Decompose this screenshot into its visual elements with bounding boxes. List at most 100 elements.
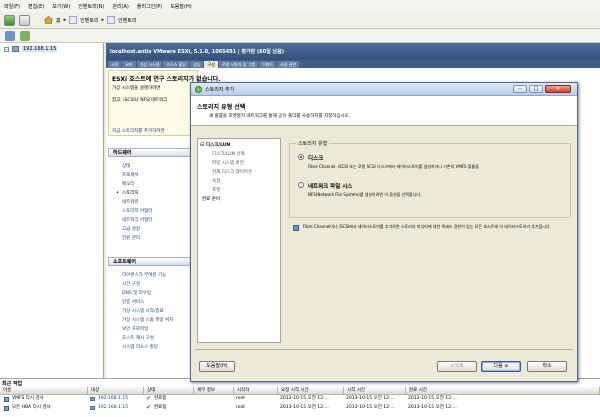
task-start: 2013-10-15 오전 12:...: [346, 405, 395, 410]
recent-tasks-panel: 최근 작업 이름 대상 상태 세부 정보 시작자 요청 시작 시간 시작 시간 …: [0, 378, 600, 417]
dialog-title-bar[interactable]: 스토리지 추가 – □ ✕: [191, 83, 577, 96]
forward-button[interactable]: [19, 15, 30, 26]
hw-storage[interactable]: 스토리지: [122, 190, 139, 196]
back-button[interactable]: ≤뒤로: [437, 361, 477, 372]
dialog-divider: [195, 349, 573, 350]
task-name: VMFS 다시 검사: [12, 396, 44, 401]
sw-swapfile-location[interactable]: 가상 시스템 스왑 파일 위치: [122, 317, 173, 323]
minimize-button[interactable]: –: [513, 85, 527, 93]
menu-view[interactable]: 보기(W): [52, 3, 70, 10]
col-details[interactable]: 세부 정보: [194, 387, 234, 395]
disk-radio[interactable]: [298, 154, 304, 160]
hw-network-adapters[interactable]: 네트워크 어댑터: [122, 217, 152, 223]
next-button[interactable]: 다음 ≥: [481, 361, 521, 372]
menu-edit[interactable]: 편집(E): [28, 3, 44, 10]
toolbar: [0, 29, 600, 43]
breadcrumb: 홈 ▸ 인벤토리 ▸ 인벤토리: [44, 16, 136, 24]
sw-security-profile[interactable]: 보안 프로파일: [122, 326, 148, 332]
sw-dns-routing[interactable]: DNS 및 라우팅: [122, 290, 151, 296]
inventory-icon: [107, 16, 115, 24]
hw-memory[interactable]: 메모리: [122, 181, 134, 187]
sw-authentication[interactable]: 인증 서비스: [122, 299, 144, 305]
step-properties: 속성: [212, 179, 221, 184]
nfs-radio-label[interactable]: 네트워크 파일 시스: [308, 182, 352, 190]
col-status[interactable]: 상태: [144, 387, 194, 395]
tab-bar: 시작 요약 가상 시스템 리소스 할당 성능 구성 로컬 사용자 및 그룹 이벤…: [106, 60, 600, 68]
col-name[interactable]: 이름: [0, 387, 88, 395]
menu-plugins[interactable]: 플러그인(P): [137, 3, 162, 10]
expand-icon[interactable]: −: [4, 46, 9, 52]
sw-host-cache[interactable]: 호스트 캐시 구성: [122, 335, 154, 341]
maximize-button[interactable]: □: [529, 85, 543, 93]
warning-line-1: 가상 시스템을 설명하려면: [112, 86, 161, 91]
breadcrumb-inventory[interactable]: 인벤토리: [80, 17, 98, 24]
task-icon: [4, 406, 9, 411]
info-icon: [293, 225, 299, 231]
hw-status[interactable]: 상태: [122, 163, 130, 169]
menu-admin[interactable]: 관리(A): [112, 3, 129, 10]
software-header: 소프트웨어: [108, 257, 192, 266]
hw-networking[interactable]: 네트워킹: [122, 199, 139, 205]
rescan-icon[interactable]: [20, 31, 30, 41]
tab-permissions[interactable]: 사용 권한: [277, 61, 300, 68]
task-start: 2013-10-15 오전 12:...: [346, 396, 395, 401]
close-icon: ✕: [555, 86, 561, 92]
menu-help[interactable]: 도움말(H): [170, 3, 191, 10]
tab-events[interactable]: 이벤트: [259, 61, 277, 68]
refresh-icon[interactable]: [5, 31, 15, 41]
task-target[interactable]: 192.168.1.15: [98, 404, 144, 412]
col-target[interactable]: 대상: [88, 387, 144, 395]
task-target[interactable]: 192.168.1.15: [98, 395, 144, 403]
dialog-header-desc: 새 볼륨을 포맷할지 네트워크를 통해 공유 폴더를 사용하지를 지정하십시오.: [209, 114, 351, 119]
task-complete: 2013-10-15 오전 12:...: [408, 396, 457, 401]
breadcrumb-home[interactable]: 홈: [56, 17, 61, 24]
inventory-tree: − 192.168.1.15: [0, 43, 104, 378]
sw-time-configuration[interactable]: 시간 구성: [122, 281, 140, 287]
tab-getting-started[interactable]: 시작: [108, 61, 122, 68]
col-start[interactable]: 시작 시간: [344, 387, 406, 395]
home-icon[interactable]: [44, 16, 53, 24]
col-requested[interactable]: 요청 시작 시간: [278, 387, 344, 395]
chevron-right-icon: ▸: [101, 17, 105, 23]
step-ready-to-complete: 완료 준비: [202, 197, 220, 202]
tree-item-host[interactable]: − 192.168.1.15: [4, 46, 58, 52]
help-button[interactable]: 도움말(H): [199, 361, 235, 372]
cancel-button[interactable]: 취소: [527, 361, 567, 372]
tab-virtual-machines[interactable]: 가상 시스템: [136, 61, 163, 68]
back-button[interactable]: [4, 15, 15, 26]
task-status: 완료됨: [154, 405, 167, 410]
tab-summary[interactable]: 요약: [122, 61, 136, 68]
menu-inventory[interactable]: 인벤토리(N): [78, 3, 104, 10]
tab-local-users[interactable]: 로컬 사용자 및 그룹: [218, 61, 259, 68]
hw-advanced-settings[interactable]: 고급 설정: [122, 226, 140, 232]
task-initiator: root: [236, 405, 246, 410]
col-initiator[interactable]: 시작자: [234, 387, 278, 395]
add-storage-link[interactable]: 지금 스토리지를 추가하려면: [112, 128, 165, 134]
sw-resource-allocation[interactable]: 시스템 리소스 할당: [122, 344, 158, 350]
hw-power-management[interactable]: 전원 관리: [122, 235, 140, 241]
recent-tasks-title: 최근 작업: [2, 381, 23, 387]
collapse-icon: ⊟: [200, 142, 205, 148]
col-complete[interactable]: 완료 시간: [406, 387, 600, 395]
breadcrumb-inventory-current[interactable]: 인벤토리: [118, 17, 136, 24]
sw-licensed-features[interactable]: 라이센스가 부여된 기능: [122, 272, 166, 278]
wizard-steps: ⊟ 디스크/LUN 디스크/LUN 선택 파일 시스템 버전 현재 디스크 레이…: [197, 138, 281, 343]
tab-configuration[interactable]: 구성: [204, 61, 218, 68]
hw-storage-adapters[interactable]: 스토리지 어댑터: [122, 208, 152, 214]
sw-vm-startup[interactable]: 가상 시스템 시작/종료: [122, 308, 164, 314]
chevron-right-icon: ▸: [63, 17, 67, 23]
host-header: localhost.antis VMware ESXi, 5.1.0, 1065…: [106, 43, 600, 60]
tab-resource-allocation[interactable]: 리소스 할당: [163, 61, 190, 68]
menu-file[interactable]: 파일(F): [4, 3, 20, 10]
nfs-radio[interactable]: [298, 182, 304, 188]
tab-performance[interactable]: 성능: [190, 61, 204, 68]
task-requested: 2013-10-15 오전 12:...: [280, 405, 329, 410]
step-disk-lun: 디스크/LUN: [206, 143, 231, 148]
ok-check-icon: ✔: [146, 395, 152, 402]
close-button[interactable]: ✕: [545, 85, 571, 93]
disk-radio-label[interactable]: 디스크: [308, 154, 323, 162]
host-icon: [90, 406, 95, 410]
tree-host-label: 192.168.1.15: [22, 46, 58, 52]
storage-icon: [195, 86, 202, 93]
hw-processors[interactable]: 프로세서: [122, 172, 139, 178]
